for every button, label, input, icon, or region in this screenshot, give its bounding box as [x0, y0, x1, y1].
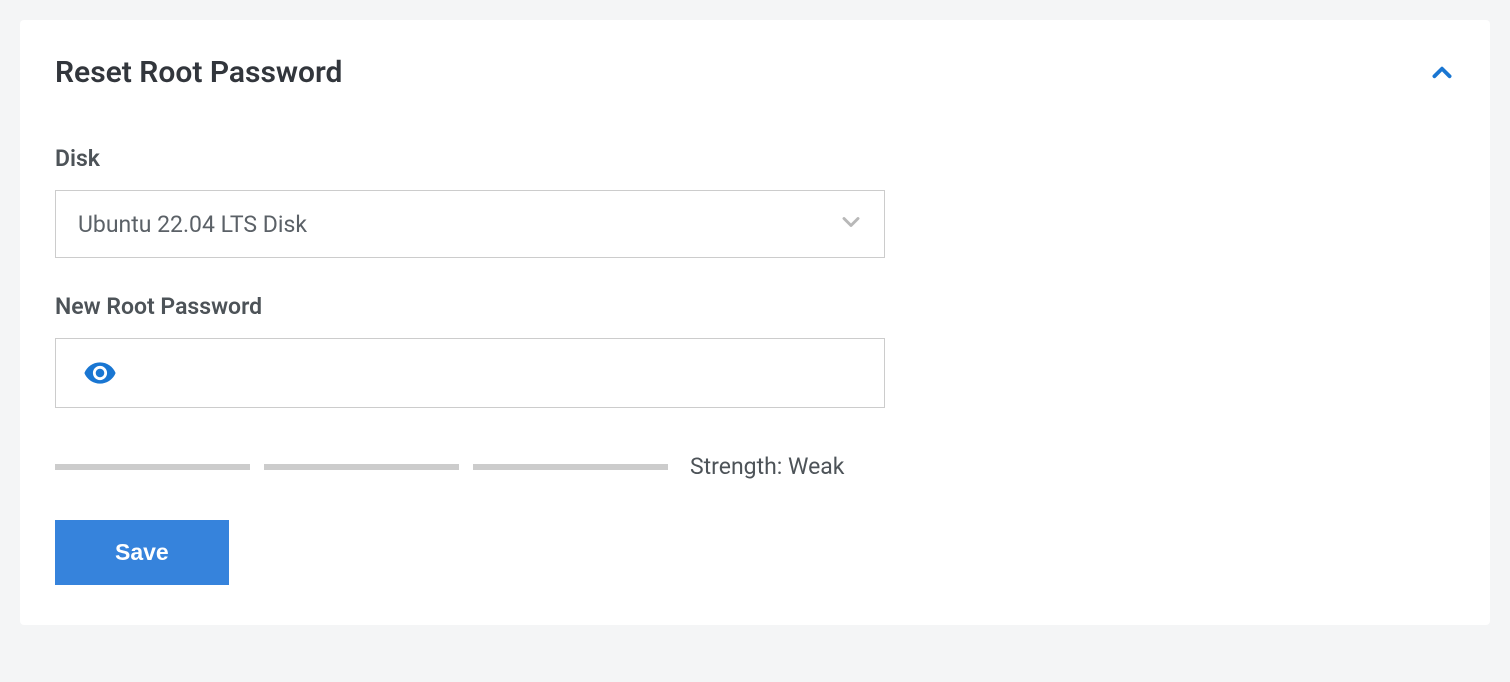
disk-field-group: Disk Ubuntu 22.04 LTS Disk: [55, 145, 1455, 258]
save-button[interactable]: Save: [55, 520, 229, 585]
disk-select-wrapper: Ubuntu 22.04 LTS Disk: [55, 190, 885, 258]
password-input-wrapper: [55, 338, 885, 408]
strength-bar-3: [473, 464, 668, 470]
password-strength-row: Strength: Weak: [55, 453, 925, 480]
strength-bar-2: [264, 464, 459, 470]
strength-bar-1: [55, 464, 250, 470]
chevron-up-icon[interactable]: [1429, 60, 1455, 86]
disk-select[interactable]: Ubuntu 22.04 LTS Disk: [55, 190, 885, 258]
strength-label: Strength: Weak: [690, 453, 844, 480]
disk-selected-value: Ubuntu 22.04 LTS Disk: [78, 211, 307, 238]
reset-root-password-panel: Reset Root Password Disk Ubuntu 22.04 LT…: [20, 20, 1490, 625]
panel-title: Reset Root Password: [55, 55, 342, 90]
password-field-group: New Root Password Strength: Weak: [55, 293, 1455, 480]
password-input[interactable]: [55, 338, 885, 408]
panel-header: Reset Root Password: [55, 55, 1455, 90]
eye-icon[interactable]: [83, 356, 117, 390]
password-label: New Root Password: [55, 293, 1455, 320]
disk-label: Disk: [55, 145, 1455, 172]
